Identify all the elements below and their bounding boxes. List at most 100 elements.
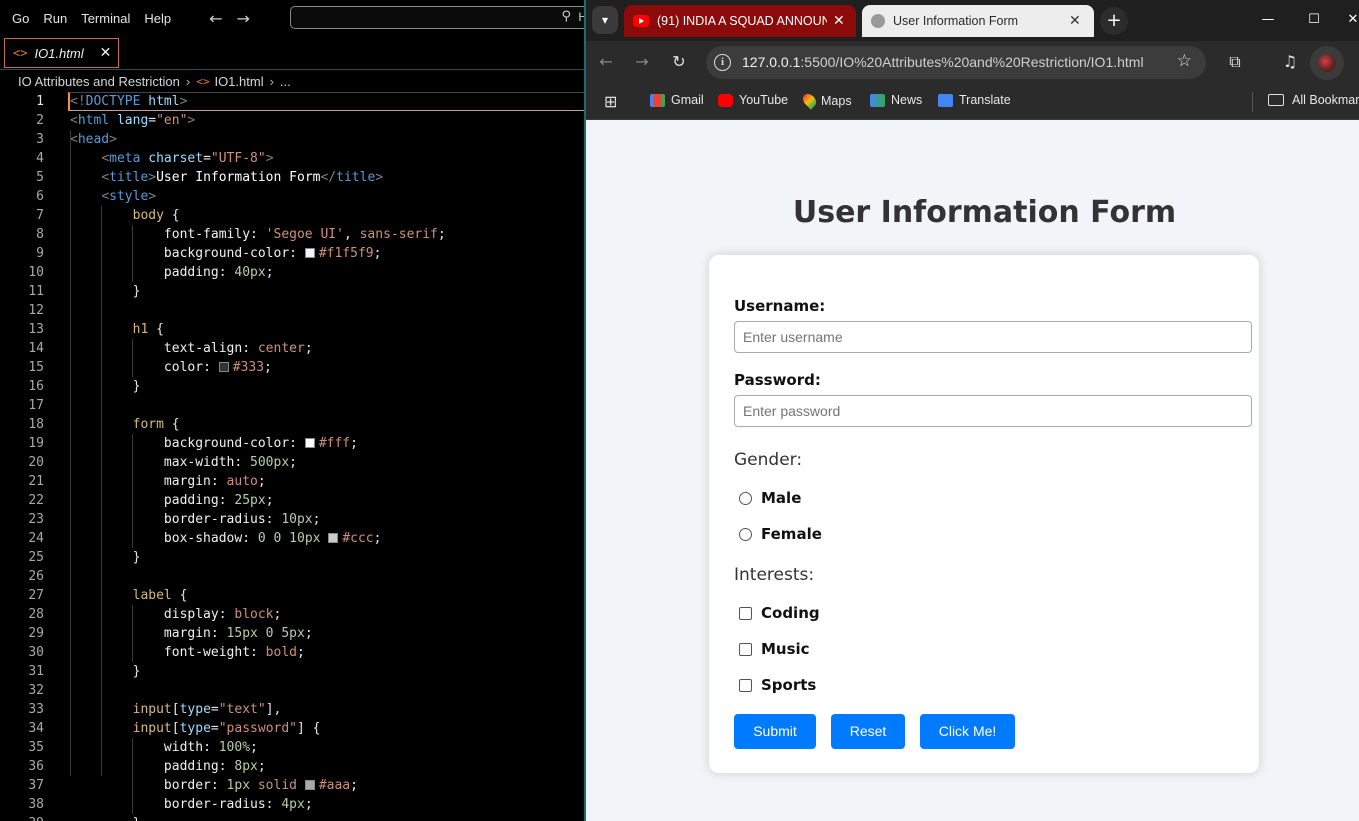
menu-terminal[interactable]: Terminal [81, 11, 130, 26]
code-line[interactable]: 26 [0, 567, 585, 586]
line-code: } [70, 814, 141, 821]
code-line[interactable]: 27 label { [0, 586, 585, 605]
bookmark-maps[interactable]: Maps [800, 91, 852, 110]
code-line[interactable]: 38 border-radius: 4px; [0, 795, 585, 814]
breadcrumb-more[interactable]: ... [280, 74, 291, 89]
address-bar[interactable]: i 127.0.0.1:5500/IO%20Attributes%20and%2… [706, 46, 1206, 79]
star-icon[interactable]: ☆ [1177, 51, 1192, 71]
checkbox-coding[interactable] [739, 606, 752, 620]
breadcrumb-folder[interactable]: IO Attributes and Restriction [18, 74, 180, 89]
password-input[interactable] [734, 395, 1252, 427]
code-line[interactable]: 5 <title>User Information Form</title> [0, 168, 585, 187]
bookmark-translate[interactable]: Translate [938, 93, 1011, 107]
code-line[interactable]: 15 color: #333; [0, 358, 585, 377]
maximize-icon[interactable]: ☐ [1299, 8, 1329, 32]
globe-icon [871, 14, 885, 28]
gender-option-female[interactable]: Female [739, 525, 822, 543]
code-line[interactable]: 25 } [0, 548, 585, 567]
code-line[interactable]: 8 font-family: 'Segoe UI', sans-serif; [0, 225, 585, 244]
new-tab-plus-icon[interactable]: + [1100, 7, 1128, 35]
code-line[interactable]: 20 max-width: 500px; [0, 453, 585, 472]
editor-tab-io1[interactable]: <> IO1.html ✕ [4, 38, 119, 68]
command-center-search[interactable]: ⚲ H [290, 6, 585, 29]
back-arrow-icon[interactable]: ← [209, 9, 222, 28]
browser-tab-form[interactable]: User Information Form ✕ [862, 5, 1094, 37]
username-input[interactable] [734, 321, 1252, 353]
line-code: <head> [70, 132, 117, 147]
back-arrow-icon[interactable]: ← [594, 50, 618, 74]
minimize-icon[interactable]: — [1253, 8, 1283, 32]
code-line[interactable]: 11 } [0, 282, 585, 301]
interest-option-music[interactable]: Music [739, 640, 810, 658]
breadcrumb-file[interactable]: IO1.html [214, 74, 263, 89]
bookmark-news[interactable]: News [870, 93, 922, 107]
code-line[interactable]: 14 text-align: center; [0, 339, 585, 358]
code-line[interactable]: 22 padding: 25px; [0, 491, 585, 510]
interest-option-coding[interactable]: Coding [739, 604, 820, 622]
code-line[interactable]: 3 <head> [0, 130, 585, 149]
code-line[interactable]: 36 padding: 8px; [0, 757, 585, 776]
gender-option-male[interactable]: Male [739, 489, 801, 507]
code-line[interactable]: 28 display: block; [0, 605, 585, 624]
menu-run[interactable]: Run [43, 11, 67, 26]
code-line[interactable]: 10 padding: 40px; [0, 263, 585, 282]
code-line[interactable]: 18 form { [0, 415, 585, 434]
extensions-puzzle-icon[interactable]: ⧉ [1223, 50, 1247, 74]
menu-help[interactable]: Help [144, 11, 171, 26]
code-line[interactable]: 35 width: 100%; [0, 738, 585, 757]
radio-male[interactable] [739, 491, 752, 505]
click-me-button[interactable]: Click Me! [920, 714, 1015, 749]
tab-search-icon[interactable]: ▾ [592, 6, 618, 34]
code-line[interactable]: 31 } [0, 662, 585, 681]
address-url[interactable]: 127.0.0.1:5500/IO%20Attributes%20and%20R… [742, 54, 1144, 70]
code-line[interactable]: 37 border: 1px solid #aaa; [0, 776, 585, 795]
code-line[interactable]: 6 <style> [0, 187, 585, 206]
browser-titlebar: ▾ (91) INDIA A SQUAD ANNOUNCED ✕ User In… [586, 0, 1359, 41]
code-line[interactable]: 2 <html lang="en"> [0, 111, 585, 130]
media-control-icon[interactable]: ♫ [1278, 50, 1302, 74]
code-line[interactable]: 13 h1 { [0, 320, 585, 339]
forward-arrow-icon[interactable]: → [630, 50, 654, 74]
forward-arrow-icon[interactable]: → [236, 9, 249, 28]
info-icon[interactable]: i [714, 54, 731, 71]
code-line[interactable]: 4 <meta charset="UTF-8"> [0, 149, 585, 168]
profile-avatar[interactable] [1310, 46, 1344, 80]
code-line[interactable]: 34 input[type="password"] { [0, 719, 585, 738]
line-number: 21 [28, 474, 44, 489]
code-line[interactable]: 30 font-weight: bold; [0, 643, 585, 662]
code-line[interactable]: 7 body { [0, 206, 585, 225]
interest-option-sports[interactable]: Sports [739, 676, 816, 694]
line-code: border: 1px solid #aaa; [163, 778, 358, 793]
submit-button[interactable]: Submit [734, 714, 816, 749]
close-icon[interactable]: ✕ [100, 45, 112, 61]
code-line[interactable]: 23 border-radius: 10px; [0, 510, 585, 529]
radio-female[interactable] [739, 527, 752, 541]
code-line[interactable]: 33 input[type="text"], [0, 700, 585, 719]
all-bookmarks-button[interactable]: All Bookmarks [1268, 93, 1359, 107]
code-line[interactable]: 32 [0, 681, 585, 700]
reload-icon[interactable]: ↻ [667, 50, 691, 74]
close-icon[interactable]: ✕ [833, 13, 845, 29]
apps-grid-icon[interactable]: ⊞ [604, 92, 617, 111]
close-icon[interactable]: ✕ [1069, 13, 1081, 29]
code-line[interactable]: 1 <!DOCTYPE html> [0, 92, 585, 111]
code-line[interactable]: 12 [0, 301, 585, 320]
bookmark-youtube[interactable]: YouTube [718, 93, 788, 107]
window-close-icon[interactable]: ✕ [1338, 8, 1359, 32]
code-area[interactable]: 1 <!DOCTYPE html> 2 <html lang="en"> 3 <head>… [0, 92, 585, 821]
browser-tab-youtube[interactable]: (91) INDIA A SQUAD ANNOUNCED ✕ [624, 5, 856, 37]
bookmarks-bar: ⊞ Gmail YouTube Maps News Translate All … [586, 84, 1359, 120]
reset-button[interactable]: Reset [831, 714, 905, 749]
code-line[interactable]: 21 margin: auto; [0, 472, 585, 491]
code-line[interactable]: 19 background-color: #fff; [0, 434, 585, 453]
code-line[interactable]: 16 } [0, 377, 585, 396]
checkbox-sports[interactable] [739, 678, 752, 692]
code-line[interactable]: 29 margin: 15px 0 5px; [0, 624, 585, 643]
checkbox-music[interactable] [739, 642, 752, 656]
menu-go[interactable]: Go [12, 11, 29, 26]
code-line[interactable]: 24 box-shadow: 0 0 10px #ccc; [0, 529, 585, 548]
code-line[interactable]: 9 background-color: #f1f5f9; [0, 244, 585, 263]
bookmark-gmail[interactable]: Gmail [650, 93, 704, 107]
code-line[interactable]: 17 [0, 396, 585, 415]
code-line[interactable]: 39 } [0, 814, 585, 821]
